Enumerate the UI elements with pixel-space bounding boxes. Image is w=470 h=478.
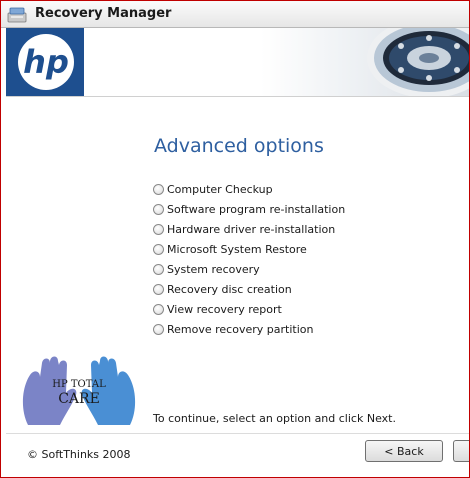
care-logo-line1: HP TOTAL (52, 379, 106, 390)
radio-button[interactable] (153, 243, 164, 255)
hp-logo-text: hp (23, 43, 69, 81)
recovery-manager-icon (7, 7, 27, 23)
main-content: Advanced options Computer Checkup Softwa… (6, 97, 469, 433)
option-label[interactable]: Microsoft System Restore (167, 243, 307, 256)
advanced-options-list: Computer Checkup Software program re-ins… (153, 179, 345, 339)
option-system-restore[interactable]: Microsoft System Restore (153, 239, 345, 259)
footer-divider (6, 433, 469, 434)
radio-button[interactable] (153, 183, 164, 195)
copyright-text: © SoftThinks 2008 (27, 448, 131, 461)
option-recovery-disc-creation[interactable]: Recovery disc creation (153, 279, 345, 299)
radio-button[interactable] (153, 323, 164, 335)
care-logo-line2: CARE (58, 391, 100, 407)
radio-button[interactable] (153, 203, 164, 215)
option-computer-checkup[interactable]: Computer Checkup (153, 179, 345, 199)
option-view-recovery-report[interactable]: View recovery report (153, 299, 345, 319)
recovery-manager-window: Recovery Manager hp Advanced options Com… (0, 0, 470, 478)
radio-button[interactable] (153, 263, 164, 275)
radio-button[interactable] (153, 283, 164, 295)
option-label[interactable]: View recovery report (167, 303, 282, 316)
radio-button[interactable] (153, 223, 164, 235)
option-label[interactable]: Computer Checkup (167, 183, 273, 196)
option-label[interactable]: Software program re-installation (167, 203, 345, 216)
option-hardware-driver-reinstallation[interactable]: Hardware driver re-installation (153, 219, 345, 239)
next-button[interactable] (453, 440, 469, 462)
option-remove-recovery-partition[interactable]: Remove recovery partition (153, 319, 345, 339)
option-label[interactable]: Remove recovery partition (167, 323, 313, 336)
hard-disk-illustration (367, 28, 469, 96)
title-bar[interactable]: Recovery Manager (1, 1, 469, 28)
option-label[interactable]: Recovery disc creation (167, 283, 292, 296)
instruction-text: To continue, select an option and click … (153, 412, 396, 425)
page-title: Advanced options (154, 135, 324, 157)
option-label[interactable]: Hardware driver re-installation (167, 223, 335, 236)
window-title: Recovery Manager (35, 6, 172, 21)
radio-button[interactable] (153, 303, 164, 315)
hp-total-care-logo: HP TOTAL CARE (22, 356, 136, 425)
option-system-recovery[interactable]: System recovery (153, 259, 345, 279)
back-button[interactable]: < Back (365, 440, 443, 462)
option-label[interactable]: System recovery (167, 263, 260, 276)
hp-logo: hp (18, 34, 74, 90)
header-banner: hp (6, 28, 469, 97)
hp-brand-block: hp (6, 28, 84, 96)
option-software-reinstallation[interactable]: Software program re-installation (153, 199, 345, 219)
